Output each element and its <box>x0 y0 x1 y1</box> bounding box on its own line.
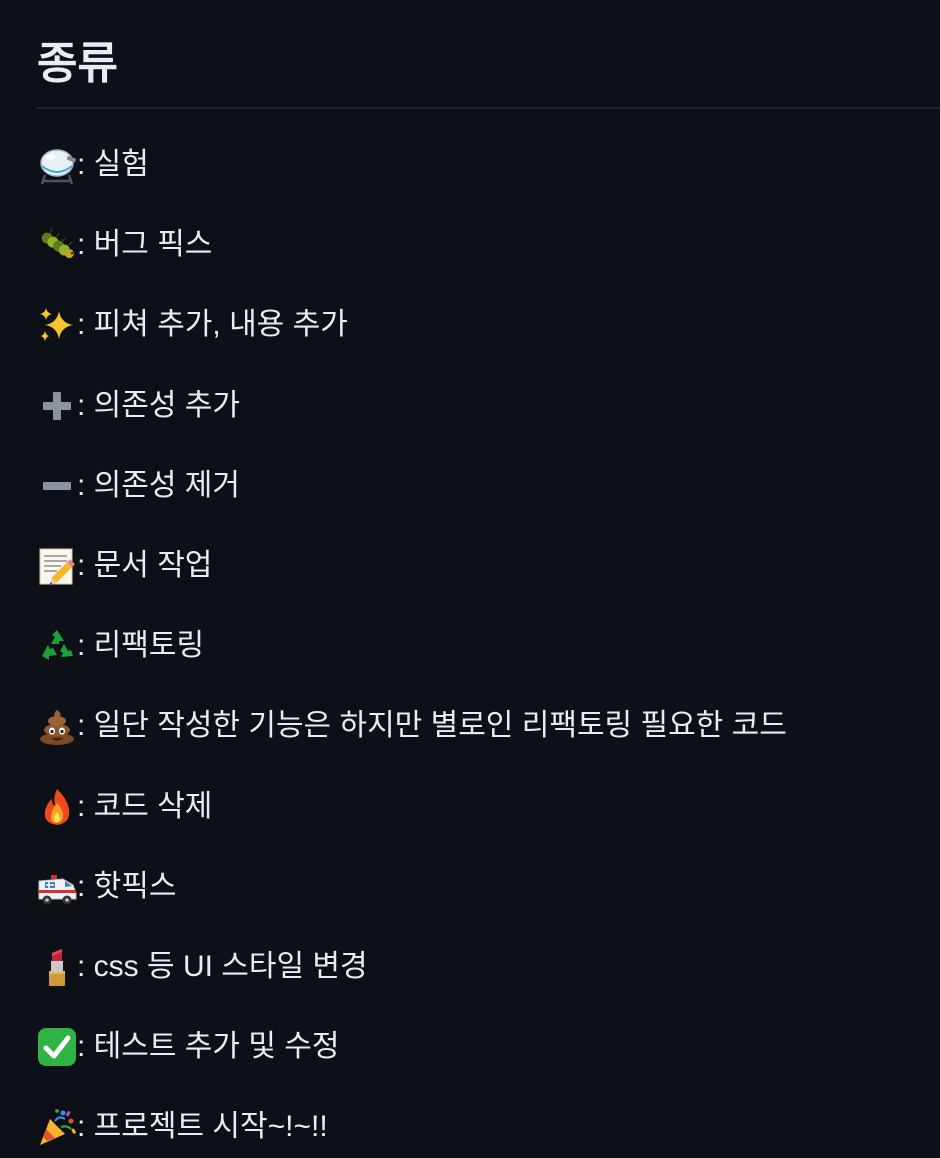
markdown-page: 종류 : 실험: 버그 픽스: 피쳐 추가, 내용 추가: 의존성 추가 … <box>0 0 940 1158</box>
party-popper-icon <box>37 1107 77 1147</box>
item-label: : 핫픽스 <box>77 869 177 903</box>
item-label: : 테스트 추가 및 수정 <box>77 1030 340 1064</box>
item-label: : 피쳐 추가, 내용 추가 <box>77 308 348 342</box>
sparkles-icon <box>37 305 77 345</box>
section-heading: 종류 <box>37 39 118 88</box>
list-item-hotfix: : 핫픽스 <box>37 860 937 940</box>
item-label: : 의존성 제거 <box>77 468 241 502</box>
heavy-plus-icon <box>37 386 77 426</box>
item-label: : 리팩토링 <box>77 629 205 663</box>
alembic-icon <box>37 145 77 185</box>
list-item-docs: : 문서 작업 <box>37 539 937 619</box>
item-label: : 의존성 추가 <box>77 388 241 422</box>
check-mark-button-icon <box>37 1027 77 1067</box>
heading-divider <box>37 107 940 109</box>
poop-icon <box>37 706 77 746</box>
list-item-style: : css 등 UI 스타일 변경 <box>37 940 937 1020</box>
item-label: : 버그 픽스 <box>77 228 213 262</box>
gitmoji-list: : 실험 : 버그 픽스: 피쳐 추가, 내용 추가: 의존성 추가: 의… <box>37 138 937 1158</box>
bug-icon <box>37 225 77 265</box>
list-item-project-start: : 프로젝트 시작~!~!! <box>37 1100 937 1158</box>
list-item-refactor: : 리팩토링 <box>37 619 937 699</box>
recycle-icon <box>37 626 77 666</box>
list-item-bug-fix: : 버그 픽스 <box>37 218 937 298</box>
fire-icon <box>37 787 77 827</box>
item-label: : 프로젝트 시작~!~!! <box>77 1110 328 1144</box>
memo-icon <box>37 546 77 586</box>
list-item-delete-code: : 코드 삭제 <box>37 780 937 860</box>
list-item-feature: : 피쳐 추가, 내용 추가 <box>37 298 937 378</box>
list-item-bad-code: : 일단 작성한 기능은 하지만 별로인 리팩토링 필요한 코드 <box>37 699 937 779</box>
item-label: : 일단 작성한 기능은 하지만 별로인 리팩토링 필요한 코드 <box>77 709 787 743</box>
lipstick-icon <box>37 947 77 987</box>
item-label: : css 등 UI 스타일 변경 <box>77 949 368 983</box>
heavy-minus-icon <box>37 466 77 506</box>
list-item-add-dependency: : 의존성 추가 <box>37 379 937 459</box>
item-label: : 실험 <box>77 148 149 181</box>
item-label: : 문서 작업 <box>77 548 213 582</box>
list-item-experiment: : 실험 <box>37 138 937 218</box>
ambulance-icon <box>37 867 77 907</box>
item-label: : 코드 삭제 <box>77 789 213 823</box>
list-item-test: : 테스트 추가 및 수정 <box>37 1020 937 1100</box>
list-item-remove-dependency: : 의존성 제거 <box>37 459 937 539</box>
